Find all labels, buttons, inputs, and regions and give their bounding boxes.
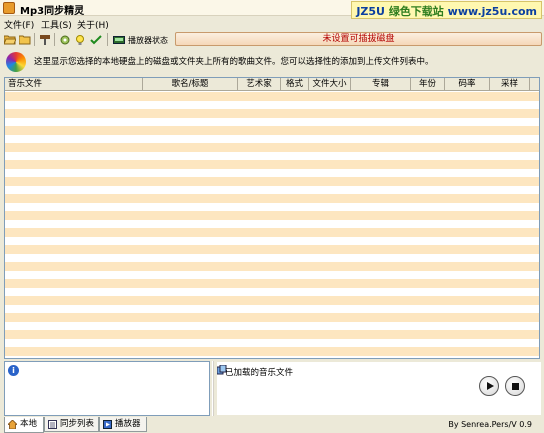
- column-music-file[interactable]: 音乐文件: [5, 78, 143, 91]
- toolbar-separator: [54, 33, 55, 46]
- lightbulb-icon[interactable]: [73, 33, 86, 46]
- tab-player[interactable]: 播放器: [99, 417, 147, 432]
- tools-icon[interactable]: [38, 33, 51, 46]
- song-rows: [5, 92, 539, 358]
- column-format[interactable]: 格式: [281, 78, 309, 91]
- player-status-icon[interactable]: [112, 33, 125, 46]
- tab-bar: 本地 同步列表 播放器 By Senrea.Pers/V 0.9: [0, 417, 544, 433]
- loaded-files-label: 已加载的音乐文件: [225, 368, 294, 378]
- sync-icon[interactable]: [58, 33, 71, 46]
- column-album[interactable]: 专辑: [351, 78, 411, 91]
- menu-about[interactable]: 关于(H): [77, 18, 109, 31]
- info-icon: i: [8, 365, 19, 376]
- song-list[interactable]: 音乐文件 歌名/标题 艺术家 格式 文件大小 专辑 年份 码率 采样: [4, 77, 540, 359]
- list-icon: [48, 420, 57, 429]
- tab-local[interactable]: 本地: [4, 417, 44, 433]
- play-button[interactable]: [479, 376, 499, 396]
- column-title[interactable]: 歌名/标题: [143, 78, 238, 91]
- player-status-value: 未设置可插拔磁盘: [175, 32, 542, 46]
- column-file-size[interactable]: 文件大小: [309, 78, 351, 91]
- pane-splitter[interactable]: [212, 361, 214, 416]
- list-header: 音乐文件 歌名/标题 艺术家 格式 文件大小 专辑 年份 码率 采样: [5, 78, 539, 91]
- column-bitrate[interactable]: 码率: [445, 78, 490, 91]
- tab-local-label: 本地: [20, 419, 38, 429]
- menu-tools[interactable]: 工具(S): [41, 18, 72, 31]
- player-icon: [103, 420, 112, 429]
- version-label: By Senrea.Pers/V 0.9: [448, 420, 532, 429]
- column-sample-rate[interactable]: 采样: [490, 78, 530, 91]
- check-icon[interactable]: [89, 33, 102, 46]
- open-folder-icon[interactable]: [3, 33, 16, 46]
- tab-player-label: 播放器: [115, 419, 141, 429]
- music-disc-icon: [6, 52, 26, 72]
- log-pane[interactable]: i: [4, 361, 210, 416]
- play-icon: [486, 382, 494, 390]
- stop-icon: [511, 382, 519, 390]
- column-year[interactable]: 年份: [411, 78, 445, 91]
- toolbar-separator: [107, 33, 108, 46]
- toolbar-separator: [34, 33, 35, 46]
- menu-file[interactable]: 文件(F): [4, 18, 34, 31]
- app-icon: [3, 2, 15, 14]
- tab-sync-list[interactable]: 同步列表: [44, 417, 99, 432]
- info-text: 这里显示您选择的本地硬盘上的磁盘或文件夹上所有的歌曲文件。您可以选择性的添加到上…: [34, 57, 434, 67]
- tab-sync-list-label: 同步列表: [60, 419, 95, 429]
- menu-bar: 文件(F) 工具(S) 关于(H): [0, 17, 544, 31]
- stop-button[interactable]: [505, 376, 525, 396]
- window-title: Mp3同步精灵: [20, 6, 85, 17]
- column-artist[interactable]: 艺术家: [238, 78, 281, 91]
- home-icon: [8, 420, 17, 429]
- folder-icon[interactable]: [18, 33, 31, 46]
- player-status-label: 播放器状态: [128, 36, 168, 45]
